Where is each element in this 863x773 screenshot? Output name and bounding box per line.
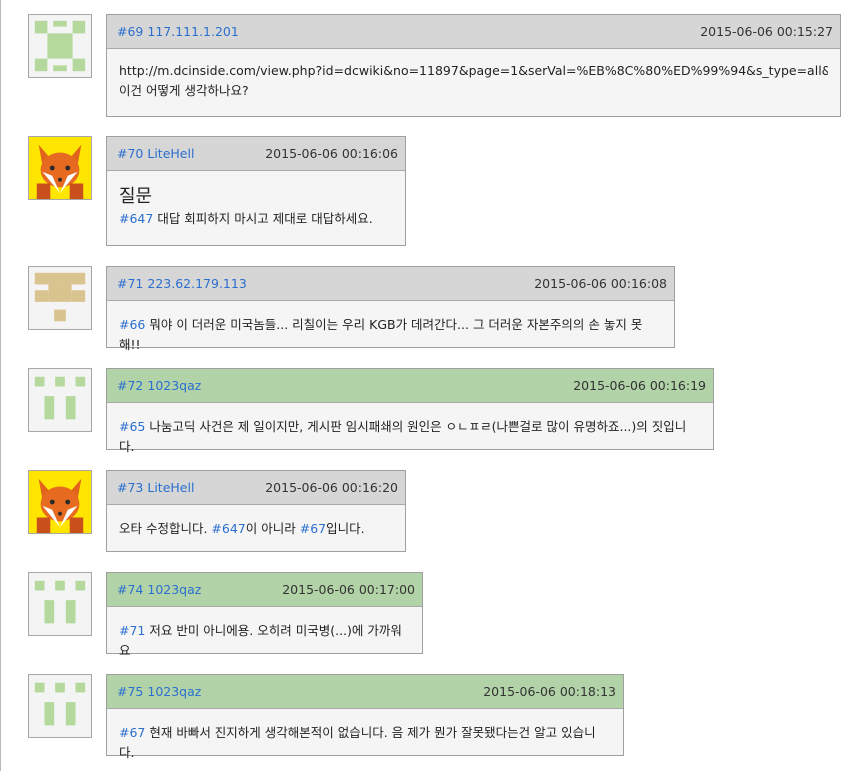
comment-ref-link[interactable]: #67 bbox=[300, 521, 326, 536]
comment-body: 질문 #647 대답 회피하지 마시고 제대로 대답하세요. bbox=[107, 171, 405, 239]
comment-box: #70 LiteHell 2015-06-06 00:16:06 질문 #647… bbox=[106, 136, 406, 246]
identicon-bars-icon bbox=[29, 369, 91, 431]
avatar-identicon[interactable] bbox=[28, 674, 92, 738]
identicon-tan-icon bbox=[29, 267, 91, 329]
comment-author-link[interactable]: #70 LiteHell bbox=[117, 146, 194, 161]
comment-body: 오타 수정합니다. #647이 아니라 #67입니다. bbox=[107, 505, 405, 549]
comment-author-link[interactable]: #73 LiteHell bbox=[117, 480, 194, 495]
comment-author-link[interactable]: #72 1023qaz bbox=[117, 378, 201, 393]
comment-text: 뭐야 이 더러운 미국놈들... 리칠이는 우리 KGB가 데려간다... 그 … bbox=[119, 317, 643, 352]
comment-header: #75 1023qaz 2015-06-06 00:18:13 bbox=[107, 675, 623, 709]
identicon-x-icon bbox=[29, 15, 91, 77]
comment-timestamp: 2015-06-06 00:17:00 bbox=[282, 582, 415, 597]
avatar-identicon[interactable] bbox=[28, 572, 92, 636]
identicon-bars-icon bbox=[29, 675, 91, 737]
comment-body: http://m.dcinside.com/view.php?id=dcwiki… bbox=[107, 49, 840, 111]
comment-header: #71 223.62.179.113 2015-06-06 00:16:08 bbox=[107, 267, 674, 301]
avatar-identicon[interactable] bbox=[28, 14, 92, 78]
comment-body: #66 뭐야 이 더러운 미국놈들... 리칠이는 우리 KGB가 데려간다..… bbox=[107, 301, 674, 365]
fox-icon bbox=[29, 471, 91, 533]
avatar-fox[interactable] bbox=[28, 470, 92, 534]
comment-author-link[interactable]: #74 1023qaz bbox=[117, 582, 201, 597]
comment-author-link[interactable]: #71 223.62.179.113 bbox=[117, 276, 247, 291]
comment-header: #73 LiteHell 2015-06-06 00:16:20 bbox=[107, 471, 405, 505]
comment-text: 오타 수정합니다. bbox=[119, 521, 212, 536]
comment-ref-link[interactable]: #67 bbox=[119, 725, 145, 740]
comment-timestamp: 2015-06-06 00:16:08 bbox=[534, 276, 667, 291]
comment-text: 나눔고딕 사건은 제 일이지만, 게시판 임시패쇄의 원인은 ㅇㄴㅍㄹ(나쁜걸로… bbox=[119, 419, 687, 454]
comment-box: #69 117.111.1.201 2015-06-06 00:15:27 ht… bbox=[106, 14, 841, 117]
comment-ref-link[interactable]: #647 bbox=[119, 211, 153, 226]
comment-timestamp: 2015-06-06 00:16:20 bbox=[265, 480, 398, 495]
comment-body: #65 나눔고딕 사건은 제 일이지만, 게시판 임시패쇄의 원인은 ㅇㄴㅍㄹ(… bbox=[107, 403, 713, 467]
comment-text: 이 아니라 bbox=[245, 521, 300, 536]
avatar-identicon[interactable] bbox=[28, 266, 92, 330]
comment-header: #69 117.111.1.201 2015-06-06 00:15:27 bbox=[107, 15, 840, 49]
comment-ref-link[interactable]: #647 bbox=[211, 521, 245, 536]
comment-ref-link[interactable]: #66 bbox=[119, 317, 145, 332]
comment-box: #73 LiteHell 2015-06-06 00:16:20 오타 수정합니… bbox=[106, 470, 406, 552]
comment-box: #72 1023qaz 2015-06-06 00:16:19 #65 나눔고딕… bbox=[106, 368, 714, 454]
comment-timestamp: 2015-06-06 00:18:13 bbox=[483, 684, 616, 699]
comment-title: 질문 bbox=[119, 186, 153, 207]
comment-box: #74 1023qaz 2015-06-06 00:17:00 #71 저요 반… bbox=[106, 572, 423, 658]
comment-box: #71 223.62.179.113 2015-06-06 00:16:08 #… bbox=[106, 266, 675, 352]
comment-author-link[interactable]: #69 117.111.1.201 bbox=[117, 24, 239, 39]
comment-url-line: http://m.dcinside.com/view.php?id=dcwiki… bbox=[119, 63, 828, 78]
comment-text: 입니다. bbox=[326, 521, 365, 536]
identicon-bars-icon bbox=[29, 573, 91, 635]
comment-text-line: 이건 어떻게 생각하나요? bbox=[119, 83, 249, 98]
comment-header: #72 1023qaz 2015-06-06 00:16:19 bbox=[107, 369, 713, 403]
comment-timestamp: 2015-06-06 00:16:06 bbox=[265, 146, 398, 161]
avatar-fox[interactable] bbox=[28, 136, 92, 200]
comment-text: 현재 바빠서 진지하게 생각해본적이 없습니다. 음 제가 뭔가 잘못됐다는건 … bbox=[119, 725, 596, 760]
comment-box: #75 1023qaz 2015-06-06 00:18:13 #67 현재 바… bbox=[106, 674, 624, 760]
comment-timestamp: 2015-06-06 00:15:27 bbox=[700, 24, 833, 39]
comment-ref-link[interactable]: #65 bbox=[119, 419, 145, 434]
comment-text: 저요 반미 아니에용. 오히려 미국병(...)에 가까워요 bbox=[119, 623, 402, 658]
comment-ref-link[interactable]: #71 bbox=[119, 623, 145, 638]
comment-body: #67 현재 바빠서 진지하게 생각해본적이 없습니다. 음 제가 뭔가 잘못됐… bbox=[107, 709, 623, 773]
comment-author-link[interactable]: #75 1023qaz bbox=[117, 684, 201, 699]
comment-body: #71 저요 반미 아니에용. 오히려 미국병(...)에 가까워요 bbox=[107, 607, 422, 671]
fox-icon bbox=[29, 137, 91, 199]
comment-text: 대답 회피하지 마시고 제대로 대답하세요. bbox=[153, 211, 373, 226]
comment-header: #74 1023qaz 2015-06-06 00:17:00 bbox=[107, 573, 422, 607]
left-border-rule bbox=[0, 0, 1, 771]
avatar-identicon[interactable] bbox=[28, 368, 92, 432]
comment-timestamp: 2015-06-06 00:16:19 bbox=[573, 378, 706, 393]
comment-header: #70 LiteHell 2015-06-06 00:16:06 bbox=[107, 137, 405, 171]
